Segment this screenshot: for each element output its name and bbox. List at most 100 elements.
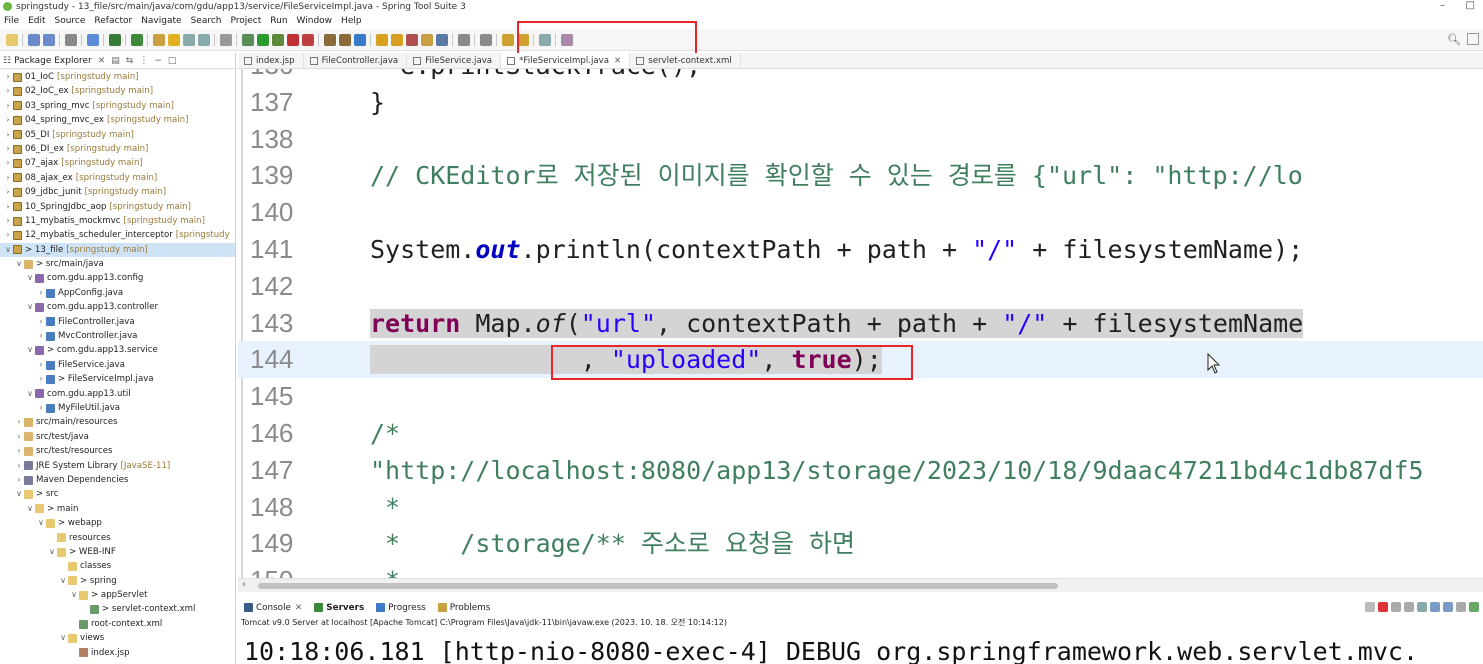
expand-arrow-icon[interactable]: ∨: [15, 487, 23, 501]
collapse-arrow-icon[interactable]: ›: [4, 200, 12, 214]
debug-run-icon[interactable]: [241, 33, 254, 46]
coverage-icon[interactable]: [271, 33, 284, 46]
tree-item[interactable]: resources: [0, 531, 235, 545]
tree-item[interactable]: ∨ > webapp: [0, 516, 235, 530]
tree-item[interactable]: root-context.xml: [0, 617, 235, 631]
menu-file[interactable]: File: [4, 16, 19, 26]
maximize-button[interactable]: □: [1466, 0, 1475, 11]
show-stderr-icon[interactable]: [1443, 602, 1453, 612]
tree-item[interactable]: › 02_IoC_ex [springstudy main]: [0, 84, 235, 98]
collapse-arrow-icon[interactable]: ›: [15, 415, 23, 429]
show-whitespace-icon[interactable]: [182, 33, 195, 46]
new-console-icon[interactable]: [1469, 602, 1479, 612]
collapse-arrow-icon[interactable]: ›: [4, 142, 12, 156]
tree-item[interactable]: › 10_SpringJdbc_aop [springstudy main]: [0, 200, 235, 214]
menu-project[interactable]: Project: [230, 16, 261, 26]
view-menu-icon[interactable]: ⋮: [139, 56, 148, 66]
tree-item[interactable]: › 11_mybatis_mockmvc [springstudy main]: [0, 214, 235, 228]
tree-item[interactable]: ∨ > 13_file [springstudy main]: [0, 242, 235, 258]
tree-item[interactable]: › MyFileUtil.java: [0, 401, 235, 415]
minimize-button[interactable]: –: [1440, 0, 1445, 11]
tree-item[interactable]: ∨ > WEB-INF: [0, 545, 235, 559]
print-icon[interactable]: [64, 33, 77, 46]
remove-all-icon[interactable]: [1404, 602, 1414, 612]
collapse-arrow-icon[interactable]: ›: [4, 185, 12, 199]
expand-arrow-icon[interactable]: ∨: [26, 387, 34, 401]
new-project-icon[interactable]: [338, 33, 351, 46]
menu-edit[interactable]: Edit: [28, 16, 45, 26]
debug-icon[interactable]: [108, 33, 121, 46]
expand-arrow-icon[interactable]: ∨: [26, 271, 34, 285]
editor-tab[interactable]: servlet-context.xml: [630, 53, 741, 68]
tree-item[interactable]: ∨ com.gdu.app13.util: [0, 387, 235, 401]
scroll-left-icon[interactable]: ‹: [242, 579, 246, 590]
tree-item[interactable]: ∨ views: [0, 631, 235, 645]
perspective-icon[interactable]: [1467, 33, 1479, 45]
tree-item[interactable]: › src/test/java: [0, 430, 235, 444]
code-line[interactable]: 144 , "uploaded", true);: [238, 341, 1483, 379]
tree-item[interactable]: › src/main/resources: [0, 415, 235, 429]
tree-item[interactable]: › FileService.java: [0, 358, 235, 372]
scrollbar-thumb[interactable]: [258, 583, 1058, 589]
menu-help[interactable]: Help: [341, 16, 362, 26]
tree-item[interactable]: › MvcController.java: [0, 329, 235, 343]
code-line[interactable]: 146 /*: [238, 415, 1483, 452]
expand-arrow-icon[interactable]: ∨: [59, 574, 67, 588]
link-editor-icon[interactable]: ⇆: [126, 56, 134, 66]
editor-tab[interactable]: index.jsp: [238, 53, 304, 68]
collapse-arrow-icon[interactable]: ›: [37, 401, 45, 415]
tree-item[interactable]: › > FileServiceImpl.java: [0, 372, 235, 386]
collapse-arrow-icon[interactable]: ›: [4, 214, 12, 228]
collapse-arrow-icon[interactable]: ›: [37, 329, 45, 343]
code-line[interactable]: 137}: [238, 84, 1483, 121]
bottom-tab-progress[interactable]: Progress: [376, 603, 426, 613]
code-line[interactable]: 142: [238, 268, 1483, 305]
expand-arrow-icon[interactable]: ∨: [26, 343, 34, 357]
tree-item[interactable]: ∨ com.gdu.app13.config: [0, 271, 235, 285]
code-line[interactable]: 145: [238, 378, 1483, 415]
expand-arrow-icon[interactable]: ∨: [26, 300, 34, 314]
code-line[interactable]: 147 "http://localhost:8080/app13/storage/…: [238, 452, 1483, 489]
next-annotation-icon[interactable]: [457, 33, 470, 46]
maximize-view-icon[interactable]: □: [168, 56, 177, 66]
menu-window[interactable]: Window: [297, 16, 333, 26]
expand-arrow-icon[interactable]: ∨: [15, 257, 23, 271]
highlight-icon[interactable]: [167, 33, 180, 46]
tree-item[interactable]: ∨ > com.gdu.app13.service: [0, 343, 235, 357]
collapse-all-icon[interactable]: ▤: [111, 56, 120, 66]
menu-search[interactable]: Search: [191, 16, 222, 26]
open-browser-icon[interactable]: [435, 33, 448, 46]
tree-item[interactable]: › 06_DI_ex [springstudy main]: [0, 142, 235, 156]
run-icon[interactable]: [256, 33, 269, 46]
terminate-icon[interactable]: [1378, 602, 1388, 612]
expand-arrow-icon[interactable]: ∨: [59, 631, 67, 645]
code-line[interactable]: 150 *: [238, 562, 1483, 578]
tree-item[interactable]: › JRE System Library [JavaSE-11]: [0, 459, 235, 473]
code-line[interactable]: 136 e.printStackTrace();: [238, 69, 1483, 84]
open-task-icon[interactable]: [390, 33, 403, 46]
search-icon[interactable]: [420, 33, 433, 46]
new-class-icon[interactable]: [353, 33, 366, 46]
display-console-icon[interactable]: [1456, 602, 1466, 612]
tree-item[interactable]: › 01_IoC [springstudy main]: [0, 70, 235, 84]
tree-item[interactable]: ∨ com.gdu.app13.controller: [0, 300, 235, 314]
editor-tab[interactable]: FileController.java: [304, 53, 408, 68]
refresh-icon[interactable]: [130, 33, 143, 46]
tree-item[interactable]: › 07_ajax [springstudy main]: [0, 156, 235, 170]
tree-item[interactable]: › 09_jdbc_junit [springstudy main]: [0, 185, 235, 199]
close-icon[interactable]: ✕: [98, 56, 106, 66]
block-select-icon[interactable]: [197, 33, 210, 46]
show-paragraph-icon[interactable]: [219, 33, 232, 46]
menu-navigate[interactable]: Navigate: [141, 16, 181, 26]
expand-arrow-icon[interactable]: ∨: [4, 243, 12, 257]
bottom-tab-servers[interactable]: Servers: [314, 603, 364, 613]
scroll-lock-icon[interactable]: [1417, 602, 1427, 612]
tree-item[interactable]: › AppConfig.java: [0, 286, 235, 300]
pin-editor-icon[interactable]: [560, 33, 573, 46]
save-icon[interactable]: [27, 33, 40, 46]
collapse-arrow-icon[interactable]: ›: [15, 444, 23, 458]
tree-item[interactable]: › 12_mybatis_scheduler_interceptor [spring…: [0, 228, 235, 242]
toggle-mark-icon[interactable]: [152, 33, 165, 46]
collapse-arrow-icon[interactable]: ›: [37, 358, 45, 372]
expand-arrow-icon[interactable]: ∨: [37, 516, 45, 530]
